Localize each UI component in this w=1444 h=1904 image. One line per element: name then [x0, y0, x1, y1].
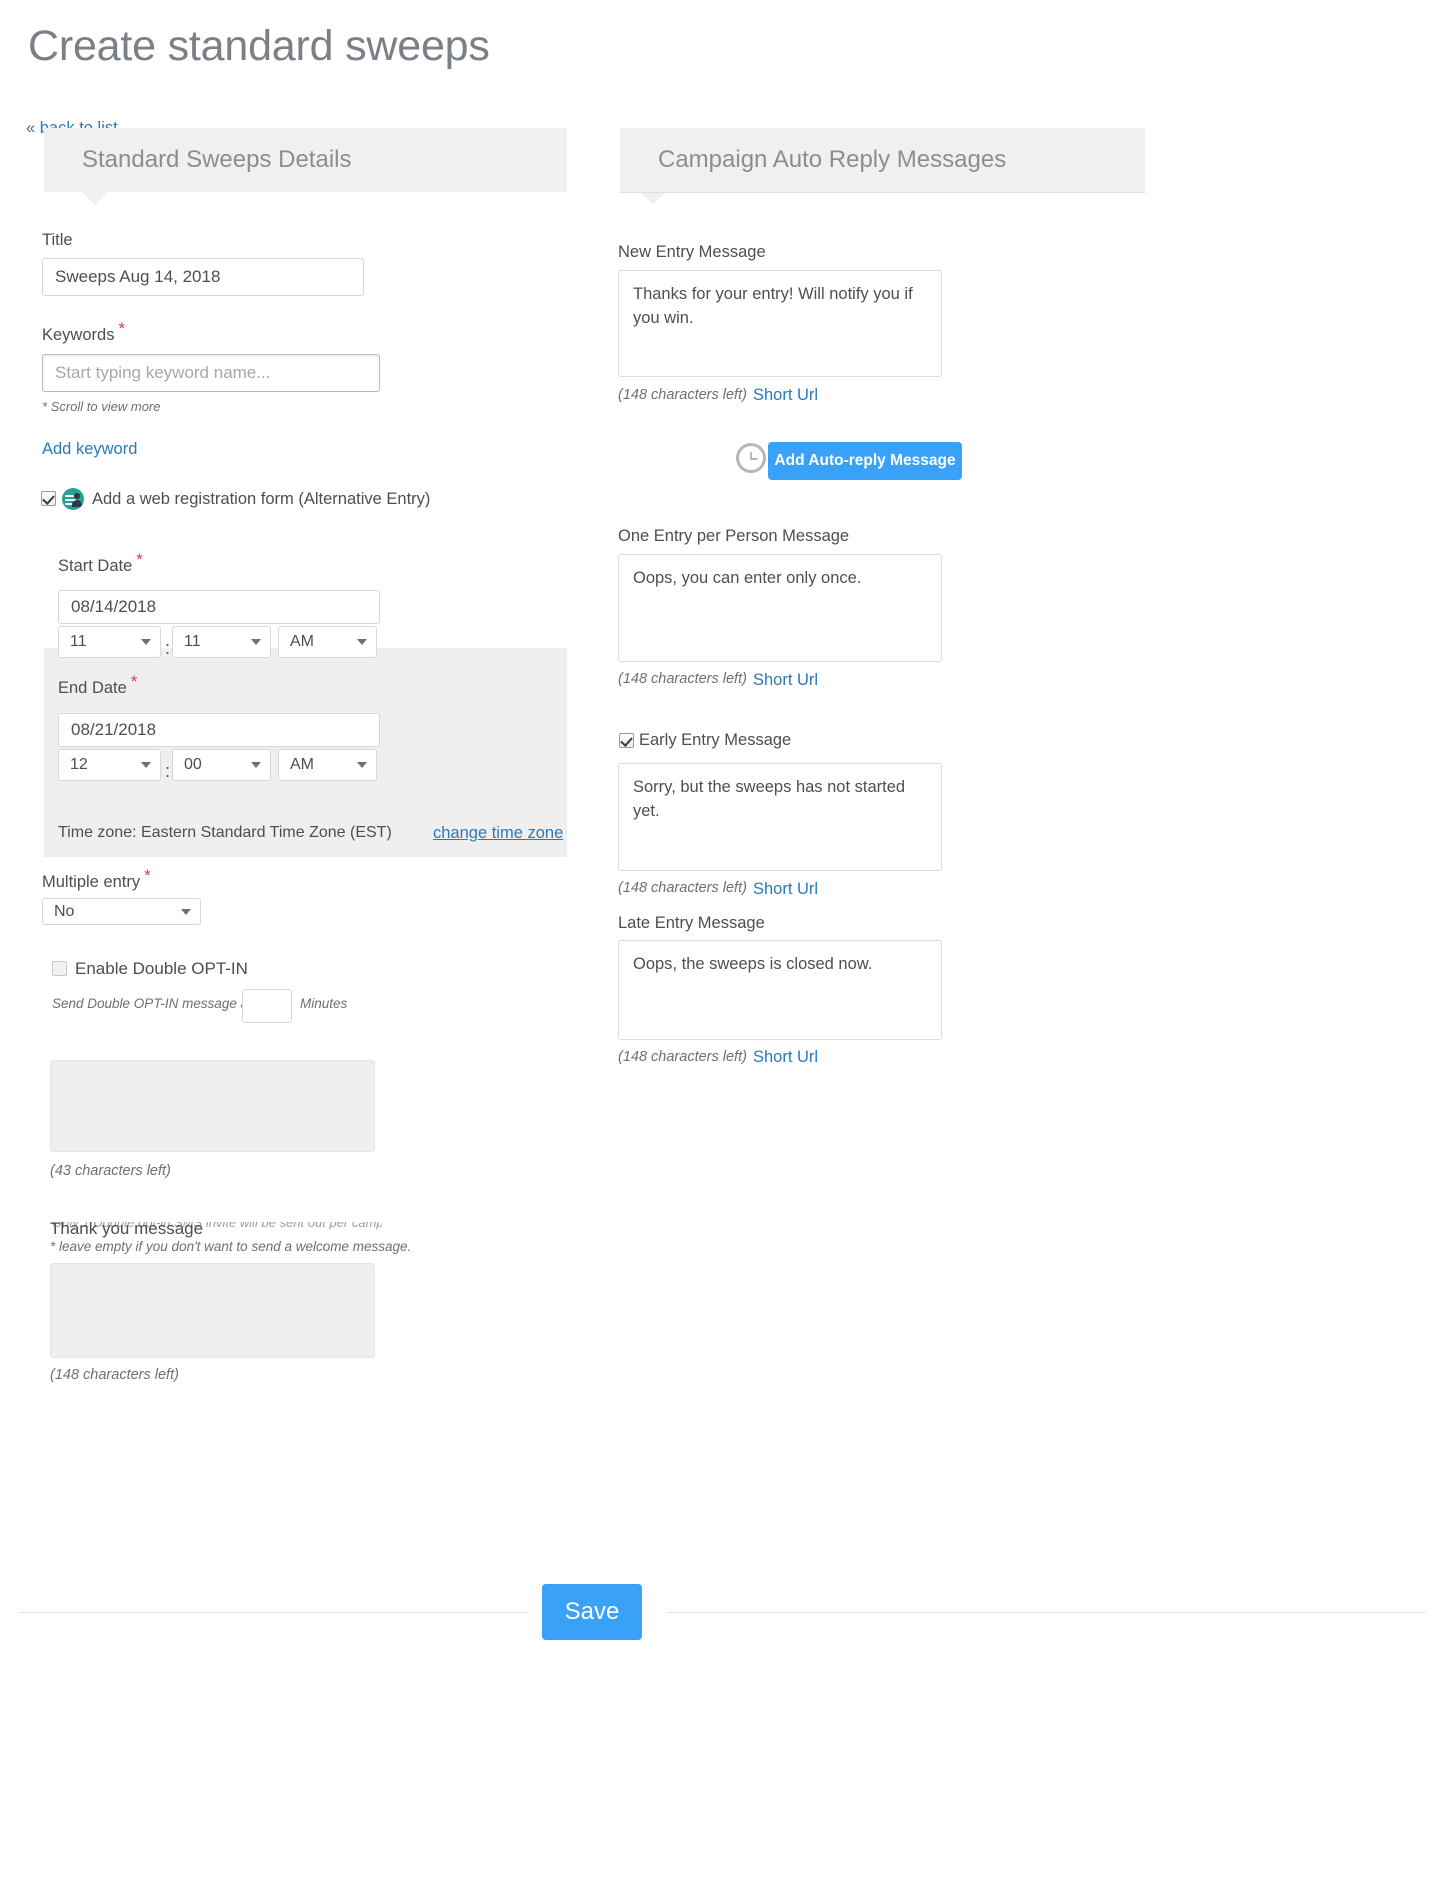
early-entry-chars-left: (148 characters left) [618, 880, 747, 896]
one-entry-per-person-label: One Entry per Person Message [618, 527, 850, 545]
chevron-down-icon [181, 908, 191, 915]
panel-left-title: Standard Sweeps Details [82, 146, 352, 173]
start-meridiem-select[interactable]: AM [278, 626, 377, 658]
multiple-entry-select[interactable]: No [42, 898, 201, 925]
panel-left-arrow [82, 192, 108, 205]
add-keyword-link[interactable]: Add keyword [42, 440, 137, 459]
early-entry-message-textarea[interactable] [618, 763, 942, 871]
new-entry-chars-left: (148 characters left) [618, 387, 747, 403]
change-timezone-link[interactable]: change time zone [433, 824, 563, 843]
chevron-down-icon [357, 762, 367, 768]
start-date-input[interactable] [58, 590, 380, 624]
new-entry-short-url-link[interactable]: Short Url [753, 386, 818, 405]
double-optin-checkbox[interactable] [52, 961, 67, 976]
clock-icon [736, 443, 766, 473]
late-entry-short-url-link[interactable]: Short Url [753, 1048, 818, 1067]
end-date-label-text: End Date [58, 679, 127, 697]
thank-you-message-note: * leave empty if you don't want to send … [50, 1239, 412, 1254]
multiple-entry-label-text: Multiple entry [42, 873, 141, 891]
chevron-down-icon [357, 639, 367, 645]
thank-you-message-textarea[interactable] [50, 1263, 375, 1358]
double-optin-label: Enable Double OPT-IN [75, 959, 248, 978]
keywords-scroll-note: * Scroll to view more [42, 399, 161, 414]
title-label: Title [42, 231, 73, 249]
keywords-input[interactable] [42, 354, 380, 392]
thank-you-chars-left: (148 characters left) [50, 1367, 179, 1383]
start-date-label-text: Start Date [58, 557, 133, 575]
end-minute-select[interactable]: 00 [172, 749, 271, 781]
end-date-label: End Date * [58, 673, 137, 698]
required-asterisk: * [130, 671, 138, 691]
late-entry-message-textarea[interactable] [618, 940, 942, 1040]
end-meridiem-value: AM [290, 756, 314, 773]
multiple-entry-value: No [54, 902, 75, 920]
minutes-label: Minutes [300, 996, 348, 1011]
keywords-label-text: Keywords [42, 326, 115, 344]
one-entry-chars-left: (148 characters left) [618, 671, 747, 687]
multiple-entry-label: Multiple entry * [42, 867, 151, 892]
add-autoreply-message-button[interactable]: Add Auto-reply Message [768, 442, 962, 480]
end-hour-select[interactable]: 12 [58, 749, 161, 781]
panel-right-arrow [640, 192, 666, 205]
save-button[interactable]: Save [542, 1584, 642, 1640]
early-entry-message-checkbox[interactable] [619, 733, 634, 748]
standard-sweeps-details-panel-header: Standard Sweeps Details [44, 128, 567, 205]
panel-right-divider [620, 192, 1145, 193]
end-date-input[interactable] [58, 713, 380, 747]
end-time-colon: : [165, 761, 171, 781]
end-meridiem-select[interactable]: AM [278, 749, 377, 781]
chevron-down-icon [141, 639, 151, 645]
timezone-text: Time zone: Eastern Standard Time Zone (E… [58, 824, 392, 841]
one-entry-short-url-link[interactable]: Short Url [753, 671, 818, 690]
chevron-down-icon [251, 639, 261, 645]
web-registration-icon [62, 488, 84, 510]
footer-divider-right [666, 1612, 1426, 1613]
required-asterisk: * [136, 549, 143, 569]
late-entry-chars-left: (148 characters left) [618, 1049, 747, 1065]
footer-divider-left [18, 1612, 528, 1613]
end-hour-value: 12 [70, 756, 88, 773]
start-hour-select[interactable]: 11 [58, 626, 161, 658]
start-time-colon: : [165, 638, 171, 658]
panel-right-title: Campaign Auto Reply Messages [658, 146, 1007, 173]
late-entry-message-label: Late Entry Message [618, 914, 765, 932]
double-optin-minutes-input[interactable] [242, 989, 292, 1023]
start-meridiem-value: AM [290, 633, 314, 650]
early-entry-message-label: Early Entry Message [639, 731, 792, 749]
double-optin-after-label: Send Double OPT-IN message after: [52, 996, 272, 1011]
double-optin-chars-left: (43 characters left) [50, 1163, 171, 1179]
start-date-label: Start Date * [58, 551, 143, 576]
start-minute-value: 11 [184, 633, 201, 650]
double-optin-message-textarea[interactable] [50, 1060, 375, 1152]
page-title: Create standard sweeps [28, 22, 490, 70]
new-entry-message-textarea[interactable] [618, 270, 942, 377]
one-entry-per-person-textarea[interactable] [618, 554, 942, 662]
chevron-down-icon [251, 762, 261, 768]
required-asterisk: * [144, 865, 151, 885]
new-entry-message-label: New Entry Message [618, 243, 766, 261]
chevron-down-icon [141, 762, 151, 768]
required-asterisk: * [118, 318, 126, 338]
start-hour-value: 11 [70, 633, 87, 650]
keywords-label: Keywords * [42, 320, 125, 345]
end-minute-value: 00 [184, 756, 202, 773]
start-minute-select[interactable]: 11 [172, 626, 271, 658]
campaign-auto-reply-messages-panel-header: Campaign Auto Reply Messages [620, 128, 1145, 205]
thank-you-message-label: Thank you message [50, 1219, 204, 1238]
title-input[interactable] [42, 258, 364, 296]
web-registration-label: Add a web registration form (Alternative… [92, 490, 431, 508]
early-entry-short-url-link[interactable]: Short Url [753, 880, 818, 899]
web-registration-checkbox[interactable] [41, 491, 56, 506]
